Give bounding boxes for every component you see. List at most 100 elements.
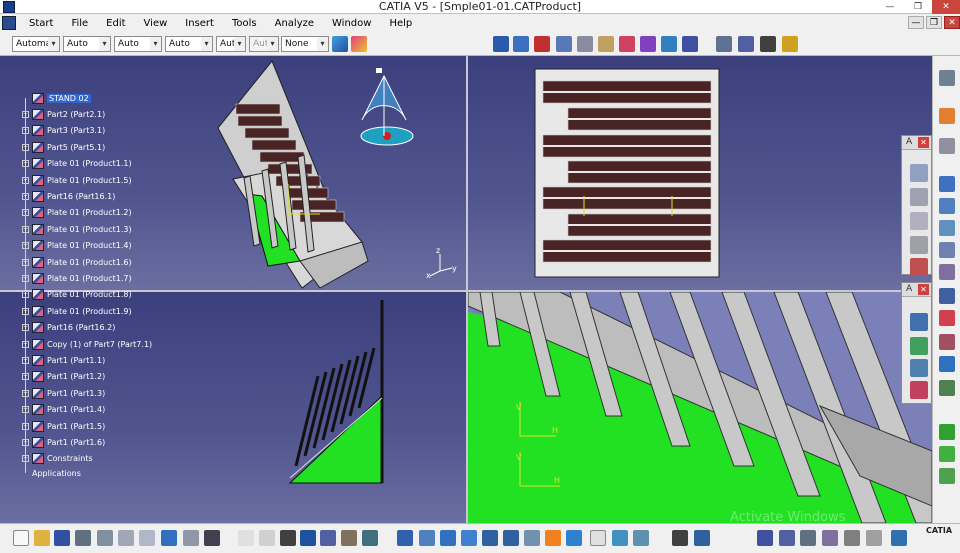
expand-icon[interactable]: + xyxy=(22,340,29,348)
fly-mode-icon[interactable] xyxy=(397,530,413,546)
expand-icon[interactable]: + xyxy=(22,422,29,430)
knowledge-icon[interactable] xyxy=(320,530,336,546)
multi-instantiation-icon[interactable] xyxy=(939,288,955,304)
expand-icon[interactable]: + xyxy=(22,389,29,397)
menu-file[interactable]: File xyxy=(62,18,97,29)
lock-icon[interactable] xyxy=(280,530,296,546)
floating-toolbar-annotations[interactable]: A ✕ xyxy=(901,135,932,276)
weld-icon[interactable] xyxy=(910,164,928,182)
measure-icon[interactable] xyxy=(619,36,635,52)
sectioning-icon[interactable] xyxy=(822,530,838,546)
distance-icon[interactable] xyxy=(760,36,776,52)
painter-icon[interactable] xyxy=(332,36,348,52)
expand-icon[interactable]: + xyxy=(22,225,29,233)
expand-icon[interactable]: + xyxy=(22,356,29,364)
tree-item[interactable]: + Part3 (Part3.1) xyxy=(20,123,220,139)
expand-icon[interactable]: + xyxy=(22,438,29,446)
table-icon[interactable] xyxy=(300,530,316,546)
gear-icon[interactable] xyxy=(939,70,955,86)
measure-item-icon[interactable] xyxy=(800,530,816,546)
expand-icon[interactable]: + xyxy=(22,242,29,250)
redo-icon[interactable] xyxy=(183,530,199,546)
minimize-button[interactable]: — xyxy=(876,0,904,14)
save-icon[interactable] xyxy=(54,530,70,546)
fix-component-icon[interactable] xyxy=(939,468,955,484)
zoom-in-icon[interactable] xyxy=(482,530,498,546)
doc-minimize-button[interactable]: — xyxy=(908,16,924,29)
section-icon[interactable] xyxy=(738,36,754,52)
expand-icon[interactable]: + xyxy=(22,455,29,463)
close-button[interactable]: ✕ xyxy=(932,0,960,14)
text-abc-icon[interactable] xyxy=(910,188,928,206)
selection-trap-icon[interactable] xyxy=(939,138,955,154)
existing-component-icon[interactable] xyxy=(939,176,955,192)
tree-applications[interactable]: Applications xyxy=(32,469,220,478)
menu-analyze[interactable]: Analyze xyxy=(266,18,323,29)
expand-icon[interactable]: + xyxy=(22,209,29,217)
menu-tools[interactable]: Tools xyxy=(223,18,266,29)
flag-note-icon[interactable] xyxy=(910,212,928,230)
view-section-icon[interactable] xyxy=(910,359,928,377)
snap-icon[interactable] xyxy=(640,36,656,52)
close-icon[interactable]: ✕ xyxy=(918,137,929,148)
menu-view[interactable]: View xyxy=(135,18,177,29)
formula-icon[interactable] xyxy=(238,530,254,546)
print-icon[interactable] xyxy=(75,530,91,546)
iso-view-icon[interactable] xyxy=(566,530,582,546)
restore-button[interactable]: ❐ xyxy=(904,0,932,14)
paste-icon[interactable] xyxy=(139,530,155,546)
layer-combo[interactable]: None ▾ xyxy=(281,36,329,52)
comment-icon[interactable] xyxy=(259,530,275,546)
tree-item[interactable]: + Part16 (Part16.1) xyxy=(20,188,220,204)
expand-icon[interactable]: + xyxy=(22,307,29,315)
tree-item[interactable]: + Part1 (Part1.6) xyxy=(20,434,220,450)
new-part-icon[interactable] xyxy=(939,220,955,236)
expand-icon[interactable]: + xyxy=(22,127,29,135)
new-icon[interactable] xyxy=(13,530,29,546)
tree-item[interactable]: + Plate 01 (Product1.4) xyxy=(20,238,220,254)
menu-window[interactable]: Window xyxy=(323,18,380,29)
snap-tool-icon[interactable] xyxy=(939,334,955,350)
document-icon[interactable] xyxy=(2,16,16,30)
zoom-out-icon[interactable] xyxy=(503,530,519,546)
tree-item[interactable]: + Plate 01 (Product1.1) xyxy=(20,156,220,172)
replace-icon[interactable] xyxy=(534,36,550,52)
macro-icon[interactable] xyxy=(341,530,357,546)
tree-item[interactable]: + Part2 (Part2.1) xyxy=(20,106,220,122)
close-icon[interactable]: ✕ xyxy=(918,284,929,295)
fix-icon[interactable] xyxy=(577,36,593,52)
graph-tree-icon[interactable] xyxy=(939,264,955,280)
tree-root[interactable]: STAND 02 xyxy=(20,90,220,106)
manipulation-icon[interactable] xyxy=(939,310,955,326)
tree-item[interactable]: + Copy (1) of Part7 (Part7.1) xyxy=(20,336,220,352)
pencil-icon[interactable] xyxy=(598,36,614,52)
eraser-icon[interactable] xyxy=(891,530,907,546)
view-iso-icon[interactable] xyxy=(910,337,928,355)
expand-icon[interactable]: + xyxy=(22,324,29,332)
expand-icon[interactable]: + xyxy=(22,111,29,119)
menu-edit[interactable]: Edit xyxy=(97,18,134,29)
light-source-icon[interactable] xyxy=(866,530,882,546)
tree-item[interactable]: + Plate 01 (Product1.9) xyxy=(20,303,220,319)
open-icon[interactable] xyxy=(34,530,50,546)
pan-icon[interactable] xyxy=(440,530,456,546)
floating-toolbar-views[interactable]: A ✕ xyxy=(901,282,932,404)
capture-icon[interactable] xyxy=(672,530,688,546)
enhanced-scene-icon[interactable] xyxy=(910,258,928,276)
expand-icon[interactable]: + xyxy=(22,406,29,414)
transparency-combo[interactable]: Auto ▾ xyxy=(63,36,111,52)
scene-icon[interactable] xyxy=(910,236,928,254)
light-icon[interactable] xyxy=(782,36,798,52)
expand-icon[interactable]: + xyxy=(22,143,29,151)
design-table-icon[interactable] xyxy=(362,530,378,546)
expand-icon[interactable]: + xyxy=(22,291,29,299)
copy-icon[interactable] xyxy=(118,530,134,546)
material-icon[interactable] xyxy=(779,530,795,546)
tree-item[interactable]: + Part1 (Part1.5) xyxy=(20,418,220,434)
video-icon[interactable] xyxy=(694,530,710,546)
assembly-icon[interactable] xyxy=(513,36,529,52)
tree-item[interactable]: + Part1 (Part1.3) xyxy=(20,385,220,401)
viewport-divider-vertical[interactable] xyxy=(466,56,468,523)
tree-item-constraints[interactable]: + Constraints xyxy=(20,451,220,467)
fit-all-icon[interactable] xyxy=(419,530,435,546)
